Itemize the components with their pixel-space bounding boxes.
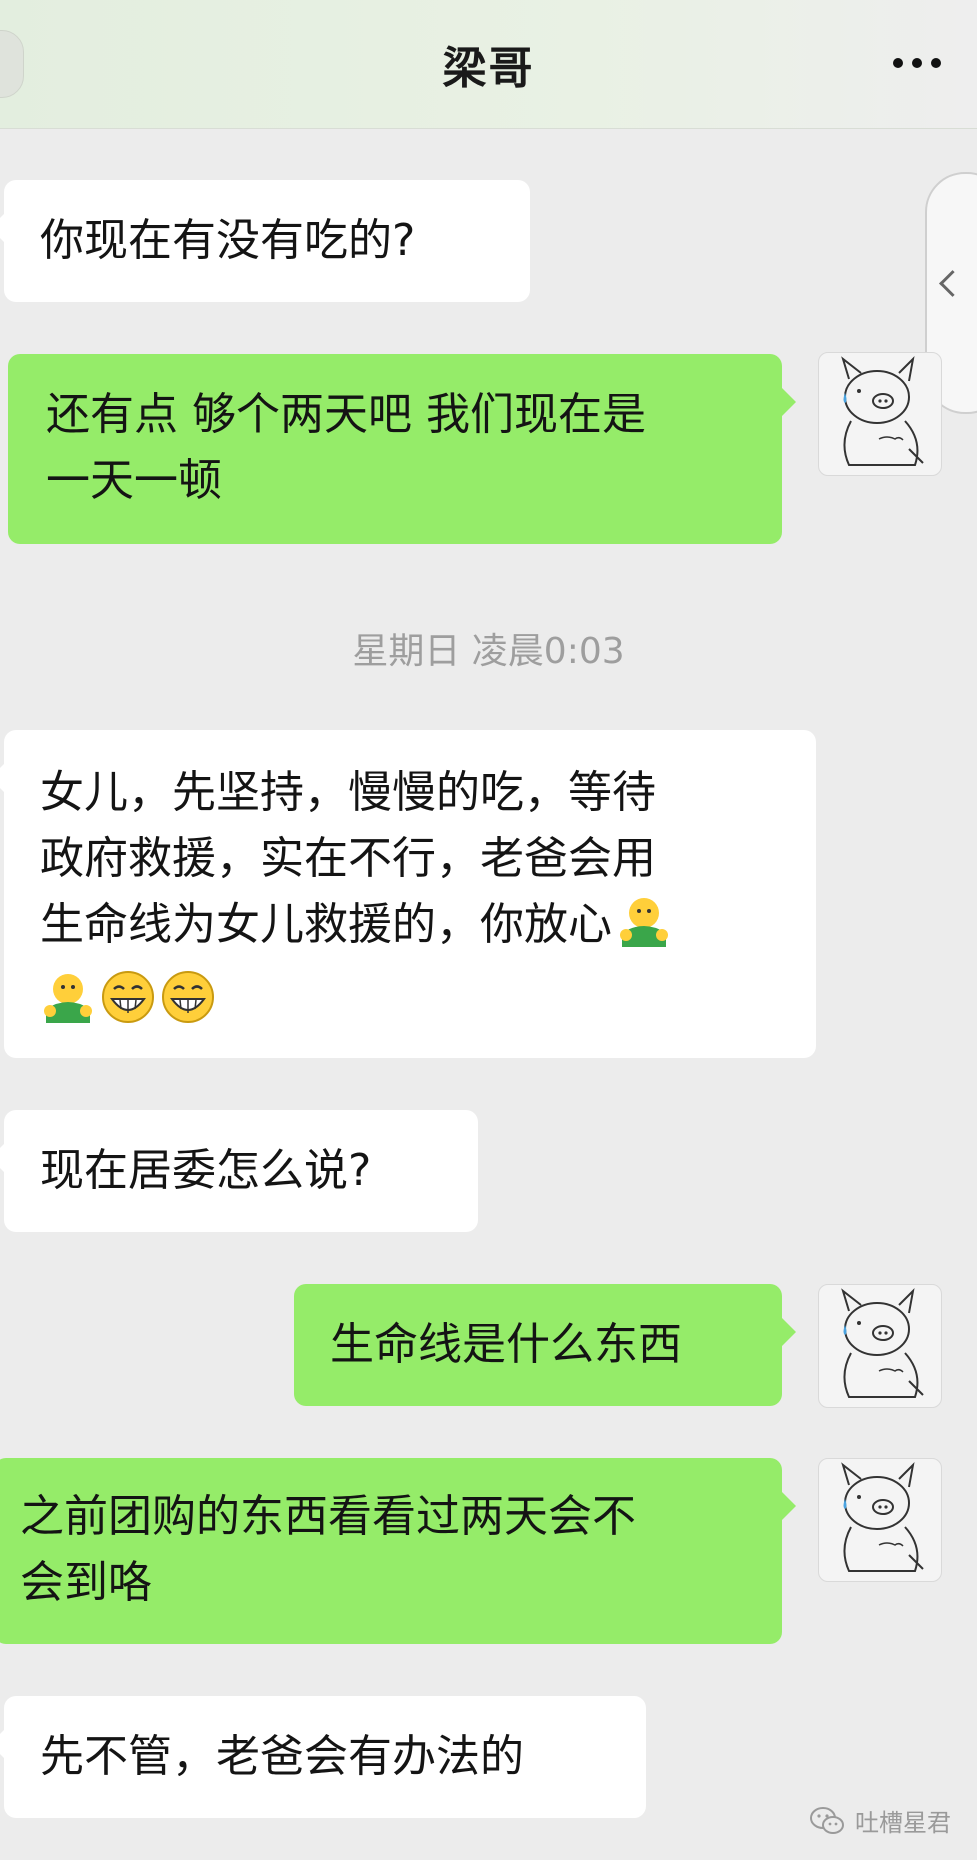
wechat-icon bbox=[810, 1806, 844, 1834]
message-text: 生命线为女儿救援的，你放心 bbox=[40, 899, 612, 950]
chat-title: 梁哥 bbox=[442, 43, 535, 94]
message-text: 先不管，老爸会有办法的 bbox=[40, 1731, 524, 1782]
pig-sketch-avatar[interactable] bbox=[818, 1284, 942, 1408]
hug-emoji bbox=[616, 893, 672, 968]
message-bubble-outgoing[interactable]: 之前团购的东西看看过两天会不 会到咯 bbox=[0, 1458, 796, 1644]
message-text: 你现在有没有吃的? bbox=[40, 215, 416, 266]
grin-emoji bbox=[160, 969, 216, 1044]
chat-timestamp: 星期日 凌晨0:03 bbox=[352, 631, 625, 672]
message-text-line: 生命线为女儿救援的，你放心 bbox=[40, 892, 780, 968]
message-emoji-line bbox=[40, 968, 780, 1044]
message-bubble-outgoing[interactable]: 还有点 够个两天吧 我们现在是 一天一顿 bbox=[8, 354, 796, 544]
more-dots-icon[interactable] bbox=[887, 40, 947, 86]
chevron-left-icon bbox=[939, 270, 966, 297]
message-text-line: 之前团购的东西看看过两天会不 bbox=[20, 1491, 636, 1542]
watermark-text: 吐槽星君 bbox=[855, 1809, 951, 1837]
message-bubble-incoming[interactable]: 你现在有没有吃的? bbox=[0, 180, 530, 302]
watermark: 吐槽星君 bbox=[809, 1803, 951, 1838]
message-text: 生命线是什么东西 bbox=[330, 1319, 682, 1370]
chat-header: 梁哥 bbox=[0, 0, 977, 129]
message-bubble-outgoing[interactable]: 生命线是什么东西 bbox=[294, 1284, 796, 1406]
message-bubble-incoming[interactable]: 先不管，老爸会有办法的 bbox=[0, 1696, 646, 1818]
message-text-line: 一天一顿 bbox=[46, 455, 222, 506]
grin-emoji bbox=[100, 969, 156, 1044]
message-text-line: 会到咯 bbox=[20, 1557, 152, 1608]
message-bubble-incoming[interactable]: 女儿，先坚持，慢慢的吃，等待 政府救援，实在不行，老爸会用 生命线为女儿救援的，… bbox=[0, 730, 816, 1058]
message-text-line: 政府救援，实在不行，老爸会用 bbox=[40, 833, 656, 884]
message-text-line: 女儿，先坚持，慢慢的吃，等待 bbox=[40, 767, 656, 818]
hug-emoji bbox=[40, 969, 96, 1044]
message-text: 现在居委怎么说? bbox=[40, 1145, 372, 1196]
pig-sketch-avatar[interactable] bbox=[818, 352, 942, 476]
pig-sketch-avatar[interactable] bbox=[818, 1458, 942, 1582]
message-bubble-incoming[interactable]: 现在居委怎么说? bbox=[0, 1110, 478, 1232]
message-text-line: 还有点 够个两天吧 我们现在是 bbox=[46, 389, 646, 440]
